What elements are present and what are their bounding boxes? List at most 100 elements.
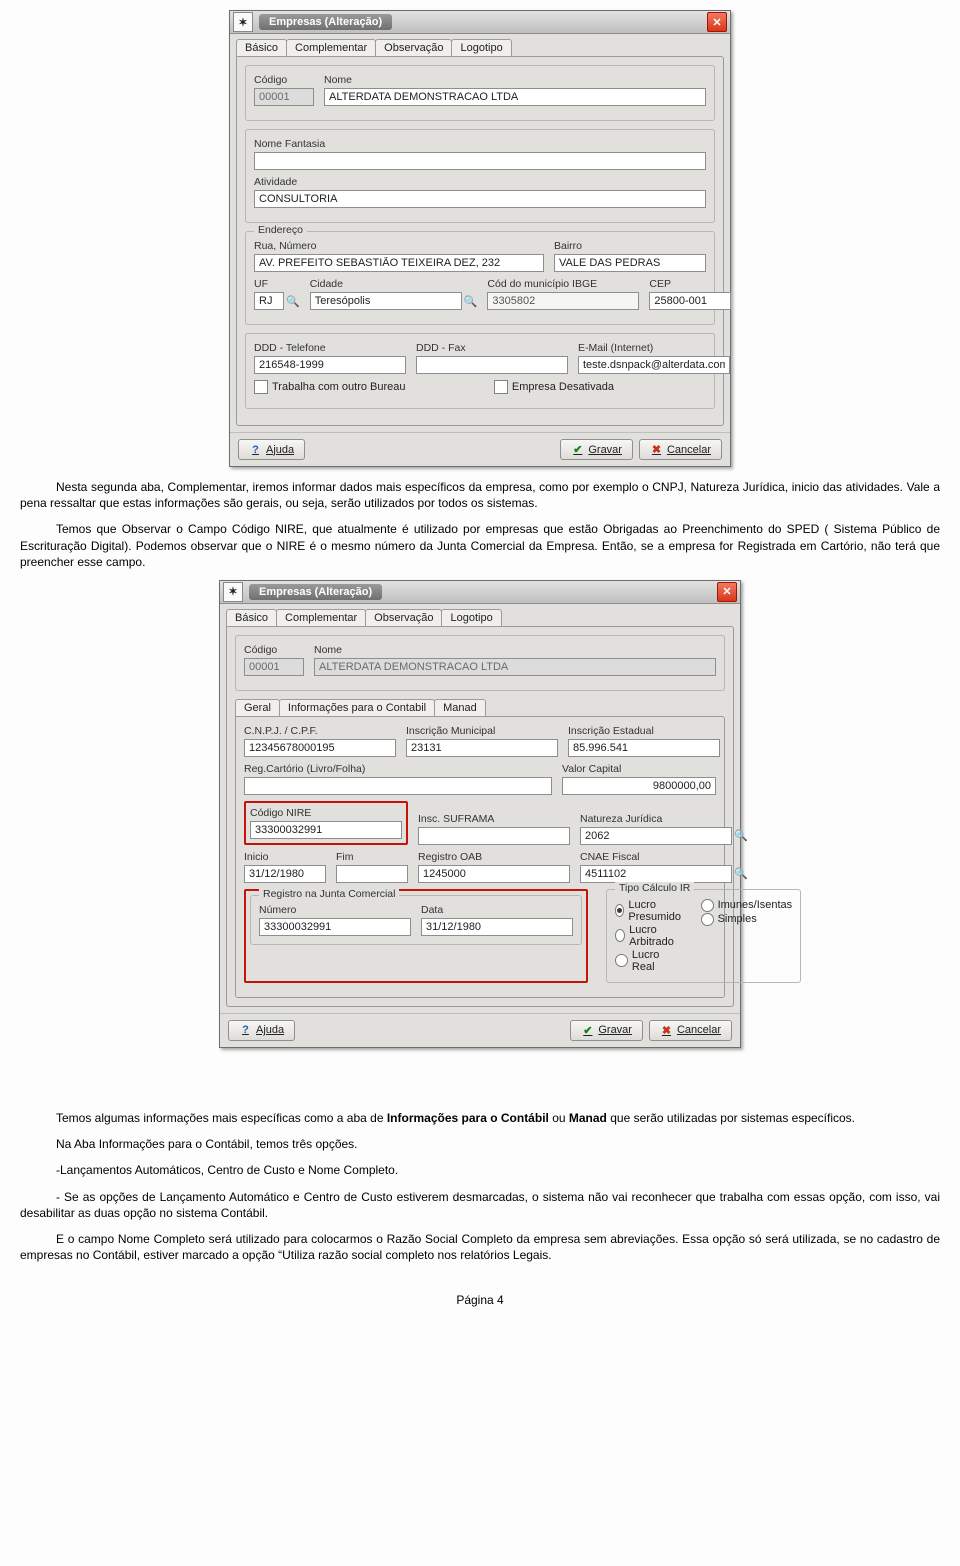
rua-field[interactable] <box>254 254 544 272</box>
nomefantasia-field[interactable] <box>254 152 706 170</box>
tab-complementar[interactable]: Complementar <box>286 39 376 56</box>
label-valorcap: Valor Capital <box>562 763 716 775</box>
radio-real[interactable]: Lucro Real <box>615 949 685 973</box>
email-field[interactable] <box>578 356 730 374</box>
radio-presumido[interactable]: Lucro Presumido <box>615 899 685 923</box>
cep-field[interactable] <box>649 292 731 310</box>
gravar-label: Gravar <box>598 1024 632 1036</box>
search-icon[interactable]: 🔍 <box>734 867 748 880</box>
label-codigo: Código <box>254 74 314 86</box>
nome-field[interactable] <box>324 88 706 106</box>
checkbox-icon <box>254 380 268 394</box>
label-cnae: CNAE Fiscal <box>580 851 748 863</box>
ajuda-button[interactable]: ? Ajuda <box>228 1020 295 1041</box>
search-icon[interactable]: 🔍 <box>286 295 300 308</box>
nat-field[interactable] <box>580 827 732 845</box>
cancelar-label: Cancelar <box>667 444 711 456</box>
label-inscmun: Inscrição Municipal <box>406 725 558 737</box>
tab-basico[interactable]: Básico <box>236 39 287 56</box>
ajuda-label: Ajuda <box>256 1024 284 1036</box>
close-icon[interactable]: ✕ <box>707 12 727 32</box>
cnpj-field[interactable] <box>244 739 396 757</box>
window-footer2: ? Ajuda ✔ Gravar ✖ Cancelar <box>220 1013 740 1047</box>
label-nome: Nome <box>314 644 716 656</box>
gravar-button[interactable]: ✔ Gravar <box>560 439 633 460</box>
group-endereco: Endereço Rua, Número Bairro UF 🔍 <box>245 231 715 325</box>
label-bairro: Bairro <box>554 240 706 252</box>
gravar-label: Gravar <box>588 444 622 456</box>
label-ibge: Cód do município IBGE <box>487 278 639 290</box>
tab-observacao[interactable]: Observação <box>365 609 442 626</box>
search-icon[interactable]: 🔍 <box>734 829 748 842</box>
ibge-field <box>487 292 639 310</box>
cancelar-button[interactable]: ✖ Cancelar <box>649 1020 732 1041</box>
tab-complementar[interactable]: Complementar <box>276 609 366 626</box>
window-empresas-complementar: ✶ Empresas (Alteração) ✕ Básico Compleme… <box>219 580 741 1048</box>
regcart-field[interactable] <box>244 777 552 795</box>
juntanum-field[interactable] <box>259 918 411 936</box>
ajuda-button[interactable]: ? Ajuda <box>238 439 305 460</box>
window-empresas-basico: ✶ Empresas (Alteração) ✕ Básico Compleme… <box>229 10 731 467</box>
uf-field[interactable] <box>254 292 284 310</box>
subtab-manad[interactable]: Manad <box>434 699 486 716</box>
inicio-field[interactable] <box>244 865 326 883</box>
label-email: E-Mail (Internet) <box>578 342 730 354</box>
group-fantasia: Nome Fantasia Atividade <box>245 129 715 223</box>
label-nat: Natureza Jurídica <box>580 813 748 825</box>
cnae-field[interactable] <box>580 865 732 883</box>
gravar-button[interactable]: ✔ Gravar <box>570 1020 643 1041</box>
group-nome: Código Nome <box>245 65 715 121</box>
text: Temos algumas informações mais específic… <box>56 1111 387 1125</box>
tab-observacao[interactable]: Observação <box>375 39 452 56</box>
text-bold: Manad <box>569 1111 607 1125</box>
tabs-top2: Básico Complementar Observação Logotipo <box>220 604 740 626</box>
chk-desativada-label: Empresa Desativada <box>512 381 614 393</box>
group-contato: DDD - Telefone DDD - Fax E-Mail (Interne… <box>245 333 715 409</box>
tab-logotipo[interactable]: Logotipo <box>441 609 501 626</box>
tab-basico[interactable]: Básico <box>226 609 277 626</box>
text: ou <box>549 1111 569 1125</box>
suframa-field[interactable] <box>418 827 570 845</box>
nire-field[interactable] <box>250 821 402 839</box>
subtab-contabil[interactable]: Informações para o Contabil <box>279 699 435 716</box>
search-icon[interactable]: 🔍 <box>464 295 478 308</box>
radio-icon <box>615 929 625 942</box>
radio-simples[interactable]: Simples <box>701 913 793 926</box>
legend-tipocalc: Tipo Cálculo IR <box>615 882 694 894</box>
checkbox-icon <box>494 380 508 394</box>
cancelar-label: Cancelar <box>677 1024 721 1036</box>
chk-desativada[interactable]: Empresa Desativada <box>494 380 614 394</box>
cidade-field[interactable] <box>310 292 462 310</box>
tab-logotipo[interactable]: Logotipo <box>451 39 511 56</box>
legend-junta: Registro na Junta Comercial <box>259 888 399 900</box>
radio-label: Simples <box>718 913 757 925</box>
label-cep: CEP <box>649 278 731 290</box>
atividade-field[interactable] <box>254 190 706 208</box>
dddfax-field[interactable] <box>416 356 568 374</box>
tabs-top: Básico Complementar Observação Logotipo <box>230 34 730 56</box>
inscest-field[interactable] <box>568 739 720 757</box>
label-oab: Registro OAB <box>418 851 570 863</box>
dddtel-field[interactable] <box>254 356 406 374</box>
junta-highlight: Registro na Junta Comercial Número Data <box>244 889 588 983</box>
text: que serão utilizadas por sistemas especí… <box>607 1111 855 1125</box>
radio-arbitrado[interactable]: Lucro Arbitrado <box>615 924 685 948</box>
oab-field[interactable] <box>418 865 570 883</box>
tab-panel: Código Nome Nome Fantasia Atividade <box>236 56 724 426</box>
cancelar-button[interactable]: ✖ Cancelar <box>639 439 722 460</box>
page-number: Página 4 <box>20 1293 940 1307</box>
chk-bureau[interactable]: Trabalha com outro Bureau <box>254 380 406 394</box>
juntadata-field[interactable] <box>421 918 573 936</box>
fim-field[interactable] <box>336 865 408 883</box>
inscmun-field[interactable] <box>406 739 558 757</box>
label-atividade: Atividade <box>254 176 706 188</box>
body-paragraph: Na Aba Informações para o Contábil, temo… <box>20 1136 940 1152</box>
close-icon[interactable]: ✕ <box>717 582 737 602</box>
help-icon: ? <box>249 443 262 456</box>
valorcap-field[interactable] <box>562 777 716 795</box>
body-paragraph: E o campo Nome Completo será utilizado p… <box>20 1231 940 1263</box>
radio-imunes[interactable]: Imunes/Isentas <box>701 899 793 912</box>
body-paragraph: Temos algumas informações mais específic… <box>20 1110 940 1126</box>
bairro-field[interactable] <box>554 254 706 272</box>
subtab-geral[interactable]: Geral <box>235 699 280 716</box>
